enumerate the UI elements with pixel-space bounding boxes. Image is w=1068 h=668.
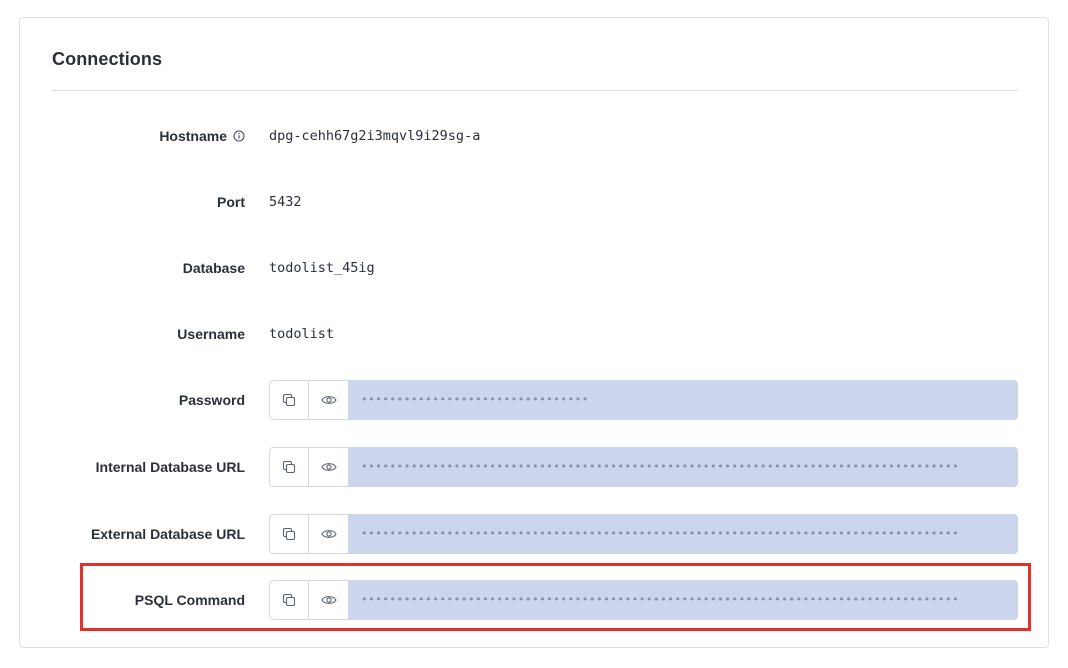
password-label-text: Password <box>178 392 245 408</box>
external-url-label-text: External Database URL <box>90 526 245 542</box>
password-masked-value[interactable]: •••••••••••••••••••••••••••••••• <box>349 380 1018 420</box>
internal-url-label-text: Internal Database URL <box>95 459 245 475</box>
psql-command-secret-field: ••••••••••••••••••••••••••••••••••••••••… <box>269 580 1018 620</box>
info-icon[interactable] <box>233 130 245 142</box>
password-label: Password <box>179 380 245 420</box>
external-url-secret-field: ••••••••••••••••••••••••••••••••••••••••… <box>269 514 1018 554</box>
internal-url-label: Internal Database URL <box>96 447 245 487</box>
eye-icon <box>320 394 337 406</box>
external-url-copy-button[interactable] <box>269 514 309 554</box>
copy-icon <box>282 393 296 407</box>
hostname-row: Hostname dpg-cehh67g2i3mqvl9i29sg-a <box>20 116 1050 156</box>
psql-command-row: PSQL Command •••••••••••••••••••••••••••… <box>20 580 1050 620</box>
port-row: Port 5432 <box>20 182 1050 222</box>
psql-command-label: PSQL Command <box>135 580 245 620</box>
section-divider <box>52 90 1018 91</box>
port-label-text: Port <box>217 194 245 210</box>
copy-icon <box>282 527 296 541</box>
psql-command-copy-button[interactable] <box>269 580 309 620</box>
username-value: todolist <box>269 326 335 342</box>
copy-icon <box>282 593 296 607</box>
internal-url-copy-button[interactable] <box>269 447 309 487</box>
username-row: Username todolist <box>20 314 1050 354</box>
hostname-label-text: Hostname <box>159 128 227 144</box>
username-label-text: Username <box>177 326 245 342</box>
internal-url-secret-field: ••••••••••••••••••••••••••••••••••••••••… <box>269 447 1018 487</box>
external-url-row: External Database URL ••••••••••••••••••… <box>20 514 1050 554</box>
port-label: Port <box>217 182 245 222</box>
psql-command-reveal-button[interactable] <box>309 580 349 620</box>
password-secret-field: •••••••••••••••••••••••••••••••• <box>269 380 1018 420</box>
database-label-text: Database <box>182 260 245 276</box>
eye-icon <box>320 461 337 473</box>
password-copy-button[interactable] <box>269 380 309 420</box>
eye-icon <box>320 528 337 540</box>
database-value: todolist_45ig <box>269 260 375 276</box>
internal-url-row: Internal Database URL ••••••••••••••••••… <box>20 447 1050 487</box>
hostname-label: Hostname <box>159 116 245 156</box>
password-reveal-button[interactable] <box>309 380 349 420</box>
connections-card: Connections Hostname dpg-cehh67g2i3mqvl9… <box>19 17 1049 648</box>
internal-url-masked-value[interactable]: ••••••••••••••••••••••••••••••••••••••••… <box>349 447 1018 487</box>
database-label: Database <box>183 248 245 288</box>
psql-command-label-text: PSQL Command <box>134 592 245 608</box>
port-value: 5432 <box>269 194 302 210</box>
eye-icon <box>320 594 337 606</box>
database-row: Database todolist_45ig <box>20 248 1050 288</box>
password-row: Password •••••••••••••••••••••••••••••••… <box>20 380 1050 420</box>
hostname-value: dpg-cehh67g2i3mqvl9i29sg-a <box>269 128 481 144</box>
copy-icon <box>282 460 296 474</box>
external-url-reveal-button[interactable] <box>309 514 349 554</box>
external-url-label: External Database URL <box>91 514 245 554</box>
section-title: Connections <box>52 49 163 69</box>
internal-url-reveal-button[interactable] <box>309 447 349 487</box>
psql-command-masked-value[interactable]: ••••••••••••••••••••••••••••••••••••••••… <box>349 580 1018 620</box>
external-url-masked-value[interactable]: ••••••••••••••••••••••••••••••••••••••••… <box>349 514 1018 554</box>
username-label: Username <box>177 314 245 354</box>
